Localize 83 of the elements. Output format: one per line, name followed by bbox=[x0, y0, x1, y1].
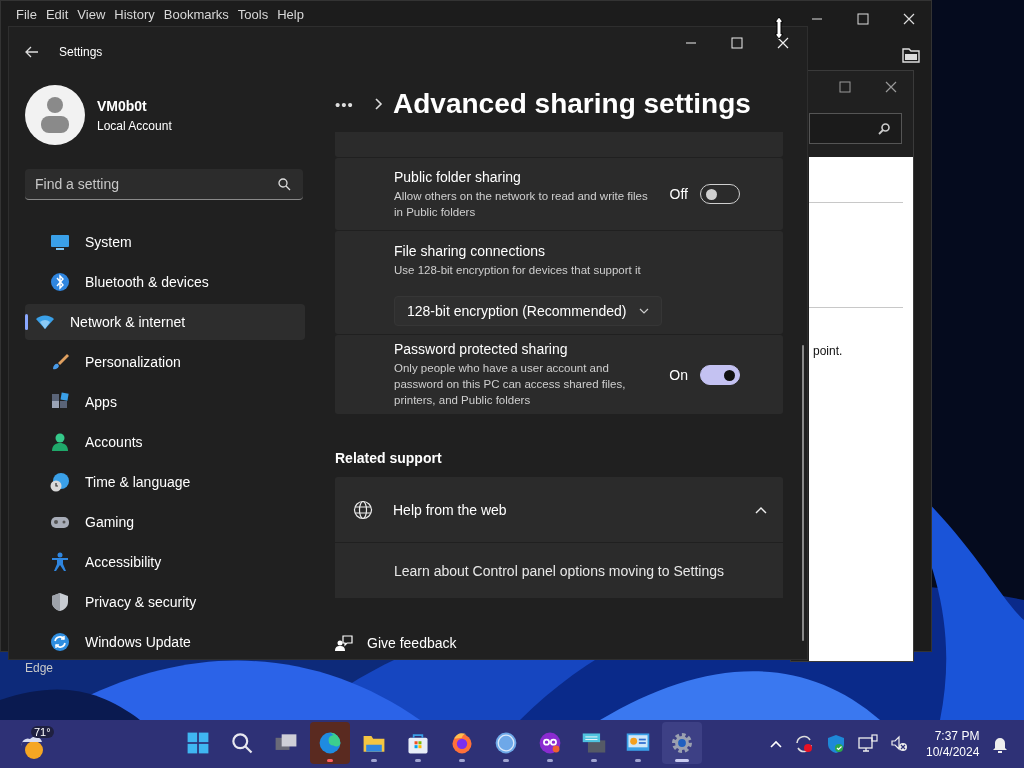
resize-cursor-icon bbox=[773, 16, 785, 40]
sidebar-item[interactable]: Network & internet bbox=[25, 304, 305, 340]
window-title: Settings bbox=[59, 45, 103, 59]
menu-item[interactable]: File bbox=[16, 7, 37, 25]
sidebar-item[interactable]: Windows Update bbox=[25, 624, 305, 659]
avatar bbox=[25, 85, 85, 145]
menu-item[interactable]: Bookmarks bbox=[163, 7, 229, 25]
close-button[interactable] bbox=[883, 79, 899, 95]
page-title: Advanced sharing settings bbox=[393, 88, 751, 120]
sidebar-item[interactable]: Bluetooth & devices bbox=[25, 264, 305, 300]
setting-description: Only people who have a user account and password on this PC can access shared files, printers, and Public folders bbox=[394, 361, 627, 408]
sync-icon bbox=[50, 632, 70, 652]
gear-icon bbox=[669, 730, 695, 756]
maximize-button[interactable] bbox=[837, 79, 853, 95]
time-text: 7:37 PM bbox=[934, 728, 980, 744]
sidebar-item[interactable]: Gaming bbox=[25, 504, 305, 540]
sidebar-item[interactable]: System bbox=[25, 224, 305, 260]
date-text: 10/4/2024 bbox=[926, 744, 980, 760]
back-button[interactable] bbox=[25, 46, 39, 58]
windows-logo-icon bbox=[185, 730, 211, 756]
sidebar-item[interactable]: Accessibility bbox=[25, 544, 305, 580]
feedback-link[interactable]: Give feedback bbox=[367, 635, 457, 651]
search-input[interactable]: Find a setting bbox=[35, 176, 255, 192]
sidebar-item[interactable]: Privacy & security bbox=[25, 584, 305, 620]
sync-error-icon[interactable] bbox=[794, 734, 814, 754]
setting-title: File sharing connections bbox=[394, 243, 545, 259]
help-link[interactable]: Learn about Control panel options moving to Settings bbox=[335, 543, 783, 598]
account-type: Local Account bbox=[97, 118, 172, 133]
maximize-button[interactable] bbox=[855, 11, 871, 27]
close-button[interactable] bbox=[901, 11, 917, 27]
shield-icon bbox=[50, 592, 70, 612]
paintbrush-icon bbox=[50, 352, 70, 372]
clock[interactable]: 7:37 PM 10/4/2024 bbox=[926, 728, 980, 760]
setting-description: Use 128-bit encryption for devices that support it bbox=[394, 263, 641, 278]
bluetooth-icon bbox=[50, 272, 70, 292]
sidebar-item[interactable]: Accounts bbox=[25, 424, 305, 460]
shield-check-icon[interactable] bbox=[826, 734, 846, 754]
feedback-icon[interactable] bbox=[335, 634, 353, 652]
account-name: VM0b0t bbox=[97, 97, 148, 114]
speaker-muted-icon[interactable] bbox=[890, 734, 910, 754]
menu-item[interactable]: Edit bbox=[45, 7, 69, 25]
network-monitor-icon[interactable] bbox=[858, 734, 878, 754]
search-icon bbox=[229, 730, 255, 756]
monitor-icon bbox=[50, 232, 70, 252]
weather-button[interactable]: 71° bbox=[20, 726, 54, 760]
close-button[interactable] bbox=[775, 35, 791, 51]
setting-description: Allow others on the network to read and write files in Public folders bbox=[394, 188, 649, 220]
sidebar-item[interactable]: Apps bbox=[25, 384, 305, 420]
scrollbar[interactable] bbox=[802, 345, 804, 641]
setting-title: Public folder sharing bbox=[394, 168, 522, 185]
menu-item[interactable]: Help bbox=[277, 7, 304, 25]
search-icon bbox=[278, 177, 291, 191]
search-icon bbox=[877, 122, 891, 136]
dropdown[interactable]: 128-bit encryption (Recommended) bbox=[394, 296, 662, 326]
taskbar-button[interactable] bbox=[310, 722, 350, 764]
globe-clock-icon bbox=[50, 472, 70, 492]
expander-header[interactable]: Help from the web bbox=[335, 477, 783, 542]
chevron-up-icon bbox=[755, 505, 767, 514]
toggle-state-label: On bbox=[669, 366, 688, 383]
bell-icon[interactable] bbox=[991, 735, 1010, 753]
desktop-icon-label[interactable]: Edge bbox=[25, 661, 54, 675]
menu-item[interactable]: View bbox=[77, 7, 106, 25]
search-field[interactable]: Find a setting bbox=[25, 169, 303, 200]
toggle-state-label: Off bbox=[669, 186, 688, 202]
menu-item[interactable]: Tools bbox=[237, 7, 269, 25]
globe-icon bbox=[353, 499, 373, 520]
folder-icon[interactable] bbox=[902, 47, 920, 63]
sidebar-item[interactable]: Personalization bbox=[25, 344, 305, 380]
section-heading: Related support bbox=[335, 450, 443, 466]
person-icon bbox=[50, 432, 70, 452]
chevron-up-icon[interactable] bbox=[770, 740, 782, 748]
search-field[interactable] bbox=[809, 113, 902, 144]
accessibility-icon bbox=[50, 552, 70, 572]
setting-title: Password protected sharing bbox=[394, 341, 569, 357]
body-text: point. bbox=[813, 344, 843, 358]
maximize-button[interactable] bbox=[729, 35, 745, 51]
toggle-switch[interactable] bbox=[700, 364, 740, 385]
sidebar-item[interactable]: Time & language bbox=[25, 464, 305, 500]
taskbar-button[interactable] bbox=[662, 722, 702, 764]
chevron-down-icon bbox=[639, 308, 649, 314]
chevron-right-icon bbox=[375, 98, 383, 110]
more-button[interactable]: ••• bbox=[335, 95, 371, 113]
menu-item[interactable]: History bbox=[114, 7, 155, 25]
